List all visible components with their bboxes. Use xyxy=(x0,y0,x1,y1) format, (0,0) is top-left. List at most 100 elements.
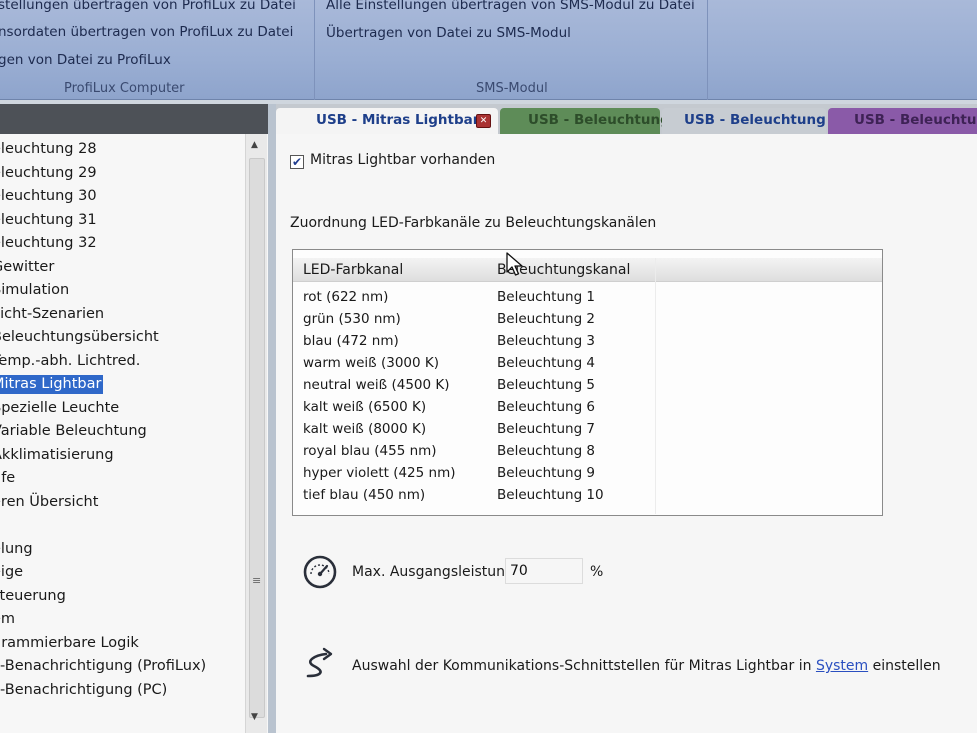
max-output-label: Max. Ausgangsleistung xyxy=(352,564,514,580)
sidebar-item[interactable]: Beleuchtungsübersicht xyxy=(0,326,232,350)
sidebar-item[interactable]: Gewitter xyxy=(0,256,232,280)
table-row[interactable]: kalt weiß (8000 K) Beleuchtung 7 xyxy=(293,418,882,440)
tab-strip: USB - Mitras Lightbar ✕ USB - Beleuchtun… xyxy=(276,104,977,134)
scroll-thumb[interactable] xyxy=(249,158,265,718)
sidebar-item[interactable]: il-Benachrichtigung (PC) xyxy=(0,679,232,703)
communication-text-after: einstellen xyxy=(868,658,941,674)
cell-light-channel: Beleuchtung 10 xyxy=(497,487,604,503)
communication-row: Auswahl der Kommunikations-Schnittstelle… xyxy=(302,646,942,686)
table-row[interactable]: blau (472 nm) Beleuchtung 3 xyxy=(293,330,882,352)
sidebar-item[interactable]: eleuchtung 29 xyxy=(0,162,232,186)
checkmark-icon: ✔ xyxy=(291,155,303,169)
max-output-row: Max. Ausgangsleistung % xyxy=(302,554,642,594)
lightbar-present-row[interactable]: ✔ Mitras Lightbar vorhanden xyxy=(290,152,495,169)
tab-label: USB - Mitras Lightbar xyxy=(316,112,480,128)
scroll-grip-icon: ≡ xyxy=(252,574,262,587)
sidebar-item-label: Beleuchtungsübersicht xyxy=(0,329,159,345)
nav-tree: eleuchtung 28 eleuchtung 29 eleuchtung 30 e… xyxy=(0,134,268,733)
sidebar-item-label: eren Übersicht xyxy=(0,493,99,510)
tab-usb-mitras-lightbar[interactable]: USB - Mitras Lightbar ✕ xyxy=(276,108,498,134)
cell-light-channel: Beleuchtung 1 xyxy=(497,289,596,305)
tab-usb-beleuchtung-1[interactable]: USB - Beleuchtung 1 xyxy=(662,108,840,134)
column-header-led-channel[interactable]: LED-Farbkanal xyxy=(303,262,403,278)
tab-usb-beleuchtung-5[interactable]: USB - Beleuchtung 5 xyxy=(500,108,684,134)
table-row[interactable]: warm weiß (3000 K) Beleuchtung 4 xyxy=(293,352,882,374)
cell-light-channel: Beleuchtung 6 xyxy=(497,399,596,415)
ribbon-item-settings-to-file[interactable]: stellungen übertragen von ProfiLux zu Da… xyxy=(0,0,296,13)
cell-led-channel: rot (622 nm) xyxy=(303,289,389,305)
sidebar-item[interactable]: eleuchtung 31 xyxy=(0,209,232,233)
sidebar-item-label: eleuchtung 31 xyxy=(0,211,97,228)
sidebar-item-label: elung xyxy=(0,540,33,557)
cell-led-channel: neutral weiß (4500 K) xyxy=(303,377,450,393)
ribbon-item-file-to-profilux[interactable]: gen von Datei zu ProfiLux xyxy=(0,52,171,68)
sidebar-item[interactable]: Variable Beleuchtung xyxy=(0,420,232,444)
sidebar-item[interactable]: Mitras Lightbar xyxy=(0,373,232,397)
table-row[interactable]: neutral weiß (4500 K) Beleuchtung 5 xyxy=(293,374,882,396)
sidebar-item[interactable]: steuerung xyxy=(0,585,232,609)
ribbon-group-profilux-computer: stellungen übertragen von ProfiLux zu Da… xyxy=(0,0,315,100)
max-output-unit: % xyxy=(590,564,604,580)
table-row[interactable]: hyper violett (425 nm) Beleuchtung 9 xyxy=(293,462,882,484)
ribbon-item-sms-to-file[interactable]: Alle Einstellungen übertragen von SMS-Mo… xyxy=(326,0,695,13)
ribbon-item-file-to-sms[interactable]: Übertragen von Datei zu SMS-Modul xyxy=(326,25,571,41)
sidebar-item[interactable]: em xyxy=(0,608,232,632)
close-icon[interactable]: ✕ xyxy=(476,114,491,128)
table-row[interactable]: royal blau (455 nm) Beleuchtung 8 xyxy=(293,440,882,462)
max-output-input[interactable] xyxy=(505,558,583,584)
sidebar-item[interactable]: Spezielle Leuchte xyxy=(0,397,232,421)
table-row[interactable]: kalt weiß (6500 K) Beleuchtung 6 xyxy=(293,396,882,418)
table-row[interactable]: tief blau (450 nm) Beleuchtung 10 xyxy=(293,484,882,506)
sidebar-item[interactable]: s xyxy=(0,514,232,538)
sidebar-item-label: Licht-Szenarien xyxy=(0,305,105,322)
cell-light-channel: Beleuchtung 4 xyxy=(497,355,596,371)
sidebar-item[interactable]: eleuchtung 30 xyxy=(0,185,232,209)
sidebar-item[interactable]: Simulation xyxy=(0,279,232,303)
sidebar-item[interactable]: Licht-Szenarien xyxy=(0,303,232,327)
sidebar-item-label: grammierbare Logik xyxy=(0,634,139,651)
table-row[interactable]: rot (622 nm) Beleuchtung 1 xyxy=(293,286,882,308)
sidebar-item-label: Simulation xyxy=(0,282,70,298)
nav-list: eleuchtung 28 eleuchtung 29 eleuchtung 30 e… xyxy=(0,138,232,702)
cell-light-channel: Beleuchtung 5 xyxy=(497,377,596,393)
sidebar-item[interactable]: ufe xyxy=(0,467,232,491)
sidebar-item-label: eige xyxy=(0,564,24,580)
sidebar-item[interactable]: grammierbare Logik xyxy=(0,632,232,656)
sidebar-item-label: steuerung xyxy=(0,587,66,604)
sidebar-item[interactable]: eleuchtung 28 xyxy=(0,138,232,162)
cell-light-channel: Beleuchtung 2 xyxy=(497,311,596,327)
ribbon-caption-sms: SMS-Modul xyxy=(476,81,548,96)
panel-splitter[interactable] xyxy=(268,104,276,733)
sidebar-item-label: eleuchtung 30 xyxy=(0,188,97,204)
sidebar-item[interactable]: eige xyxy=(0,561,232,585)
lightbar-present-checkbox[interactable]: ✔ xyxy=(290,155,304,169)
sidebar-item[interactable]: elung xyxy=(0,538,232,562)
ribbon-item-sensordata-to-file[interactable]: nsordaten übertragen von ProfiLux zu Dat… xyxy=(0,24,293,40)
cell-led-channel: kalt weiß (8000 K) xyxy=(303,421,427,437)
section-title: Zuordnung LED-Farbkanäle zu Beleuchtungs… xyxy=(290,215,657,231)
cell-light-channel: Beleuchtung 3 xyxy=(497,333,596,349)
table-row[interactable]: grün (530 nm) Beleuchtung 2 xyxy=(293,308,882,330)
cell-light-channel: Beleuchtung 7 xyxy=(497,421,596,437)
sidebar-item-label: eleuchtung 32 xyxy=(0,235,97,251)
scroll-down-icon[interactable]: ▼ xyxy=(251,712,258,722)
scroll-up-icon[interactable]: ▲ xyxy=(251,140,258,150)
tab-label: USB - Beleuchtung 1 xyxy=(684,112,840,128)
sidebar-item[interactable]: il-Benachrichtigung (ProfiLux) xyxy=(0,655,232,679)
lightbar-present-label: Mitras Lightbar vorhanden xyxy=(310,152,496,168)
ribbon: stellungen übertragen von ProfiLux zu Da… xyxy=(0,0,977,100)
nav-scrollbar[interactable]: ▲ ≡ ▼ xyxy=(245,134,267,733)
tab-label: USB - Beleuchtung xyxy=(854,112,977,128)
tab-usb-beleuchtung[interactable]: USB - Beleuchtung xyxy=(828,108,977,134)
cell-led-channel: kalt weiß (6500 K) xyxy=(303,399,427,415)
sidebar-item[interactable]: eren Übersicht xyxy=(0,491,232,515)
sidebar-item[interactable]: Akklimatisierung xyxy=(0,444,232,468)
channel-mapping-table: LED-Farbkanal Beleuchtungskanal rot (622… xyxy=(292,249,883,516)
sidebar-item[interactable]: Temp.-abh. Lichtred. xyxy=(0,350,232,374)
system-link[interactable]: System xyxy=(816,658,868,674)
tab-label: USB - Beleuchtung 5 xyxy=(528,112,684,128)
cell-light-channel: Beleuchtung 8 xyxy=(497,443,596,459)
sidebar-item-label: eleuchtung 29 xyxy=(0,164,97,181)
sidebar-item[interactable]: eleuchtung 32 xyxy=(0,232,232,256)
sidebar-item-label: Gewitter xyxy=(0,258,55,275)
